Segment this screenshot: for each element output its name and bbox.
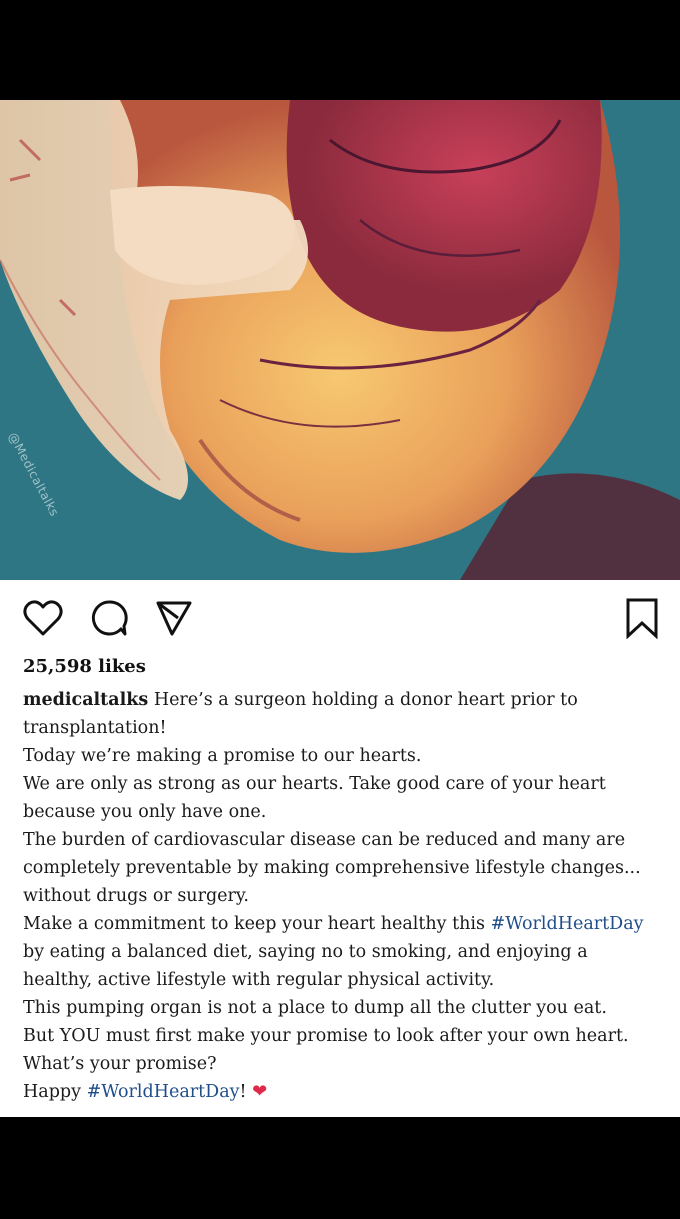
share-icon[interactable] — [154, 598, 194, 638]
caption-line: This pumping organ is not a place to dum… — [23, 998, 607, 1018]
bookmark-icon[interactable] — [622, 598, 662, 639]
post-actions-bar — [0, 580, 680, 660]
caption-line: transplantation! — [23, 718, 167, 738]
caption-username[interactable]: medicaltalks — [23, 690, 148, 710]
red-heart-emoji-icon: ❤ — [252, 1081, 268, 1102]
caption-line: The burden of cardiovascular disease can… — [23, 830, 626, 850]
comment-icon[interactable] — [89, 598, 129, 638]
post-caption: medicaltalks Here’s a surgeon holding a … — [23, 686, 663, 1106]
caption-line: completely preventable by making compreh… — [23, 858, 641, 878]
post-image[interactable]: @Medicaltalks — [0, 100, 680, 580]
caption-line: because you only have one. — [23, 802, 267, 822]
caption-line: Here’s a surgeon holding a donor heart p… — [153, 690, 578, 710]
like-count[interactable]: 25,598 likes — [23, 656, 146, 677]
hashtag-link[interactable]: #WorldHeartDay — [491, 914, 644, 934]
caption-punct: ! — [239, 1082, 247, 1102]
heart-photo — [0, 100, 680, 580]
hashtag-link[interactable]: #WorldHeartDay — [87, 1082, 240, 1102]
caption-line: We are only as strong as our hearts. Tak… — [23, 774, 606, 794]
caption-line: Today we’re making a promise to our hear… — [23, 746, 422, 766]
heart-icon[interactable] — [23, 598, 63, 638]
caption-line: But YOU must first make your promise to … — [23, 1026, 629, 1046]
caption-line: Happy — [23, 1082, 87, 1102]
caption-line: healthy, active lifestyle with regular p… — [23, 970, 495, 990]
caption-line: Make a commitment to keep your heart hea… — [23, 914, 491, 934]
caption-line: by eating a balanced diet, saying no to … — [23, 942, 588, 962]
caption-line: What’s your promise? — [23, 1054, 217, 1074]
post-body: 25,598 likes medicaltalks Here’s a surge… — [0, 580, 680, 1117]
caption-line: without drugs or surgery. — [23, 886, 249, 906]
